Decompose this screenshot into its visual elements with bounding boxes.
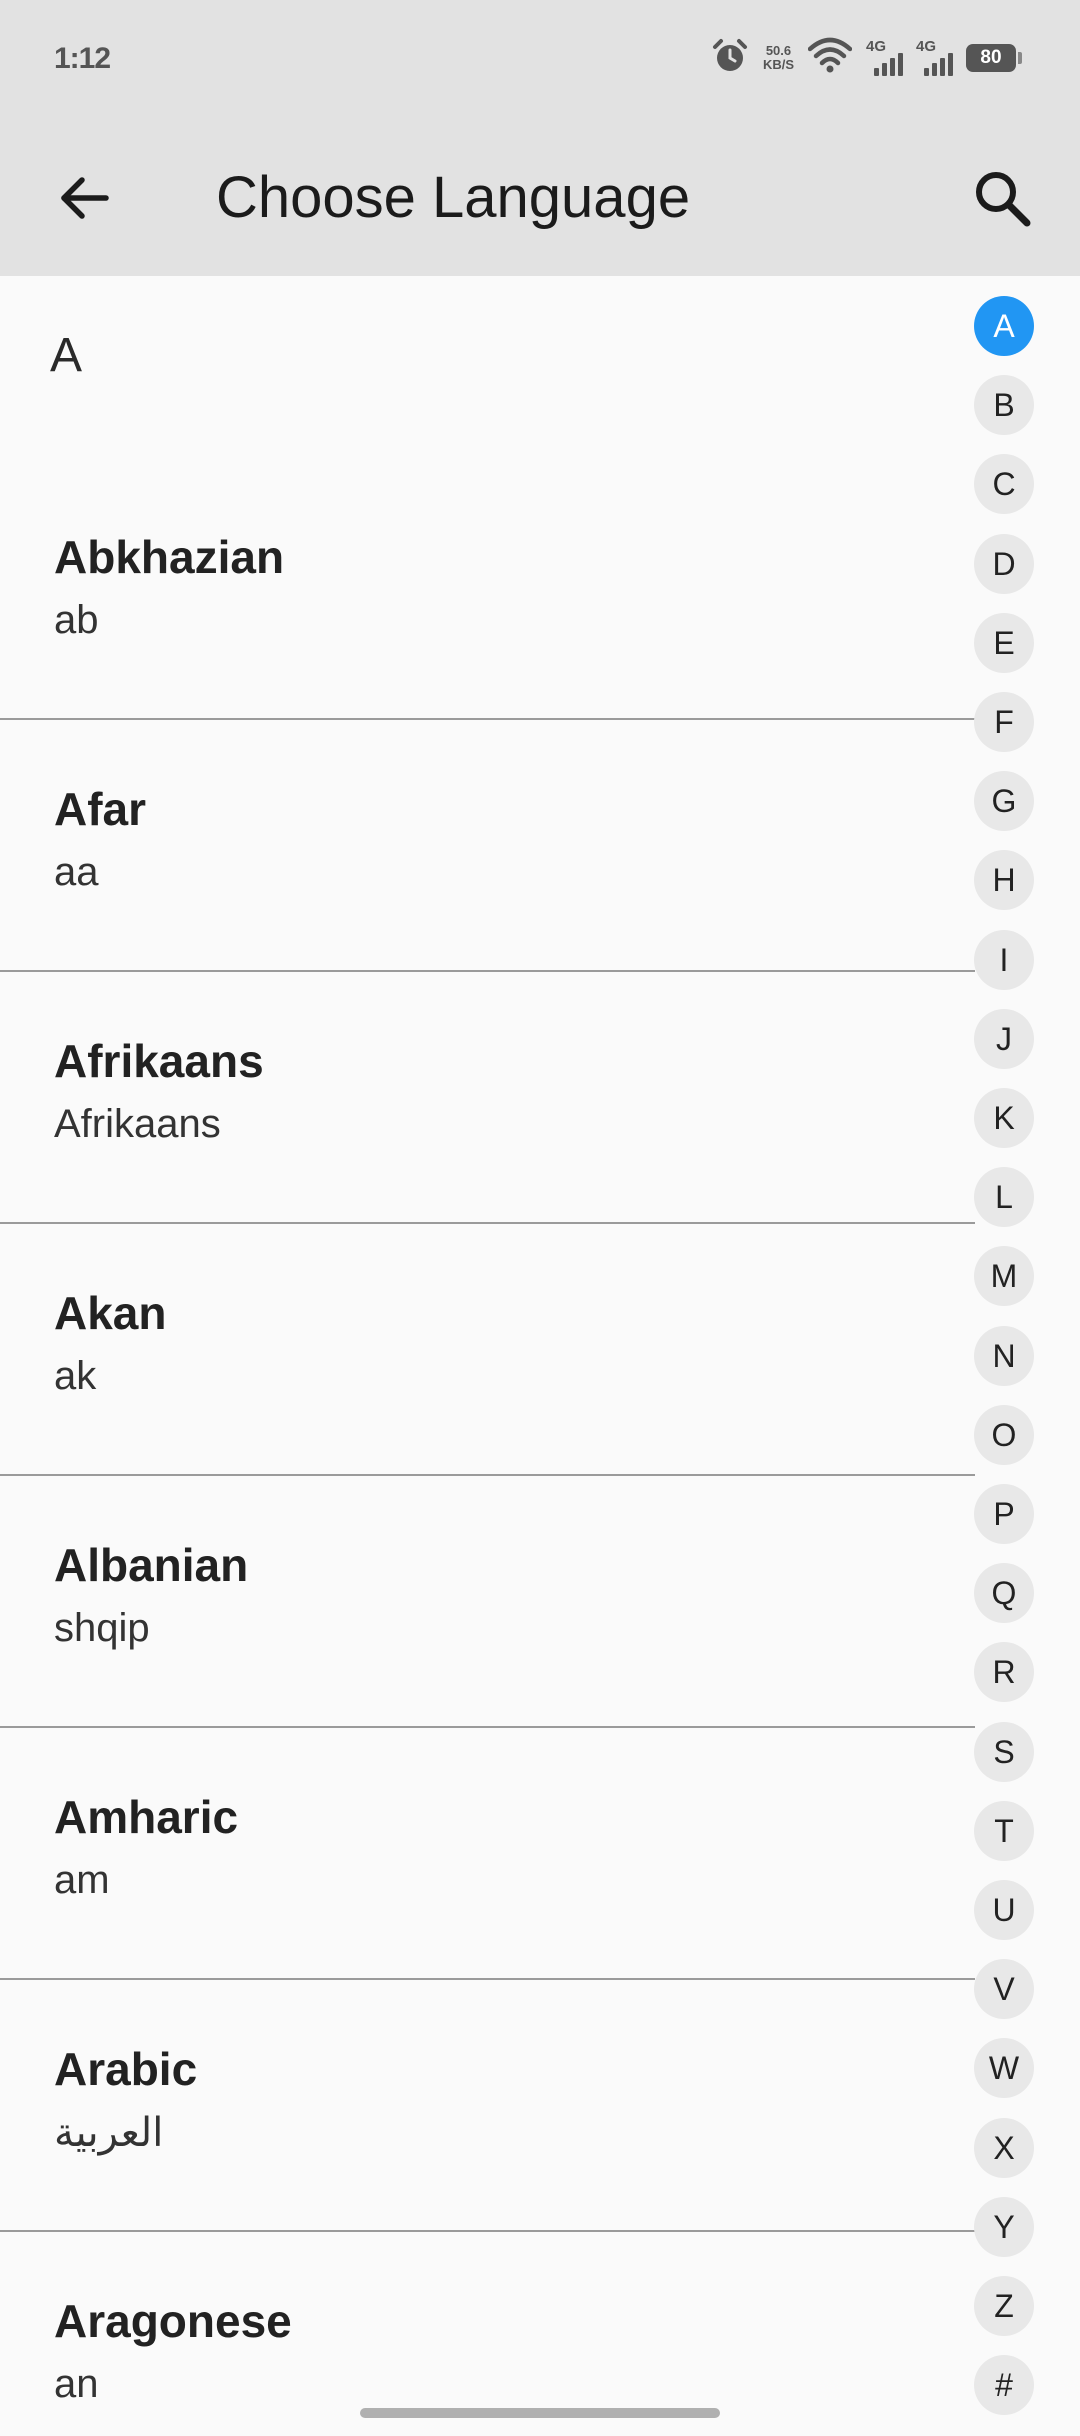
search-button[interactable]	[966, 162, 1038, 234]
alphabet-index-letter[interactable]: #	[974, 2355, 1034, 2415]
signal-sim2-icon: 4G	[916, 38, 953, 78]
network-speed-unit: KB/S	[762, 57, 794, 72]
language-native-name: ab	[54, 598, 99, 642]
page-title: Choose Language	[216, 165, 691, 230]
screen: 1:12 50.6 KB/S 4G 4G 80 Choose Language …	[0, 0, 1080, 2436]
language-item[interactable]: Arabic العربية	[0, 1980, 975, 2232]
alphabet-index-letter[interactable]: L	[974, 1167, 1034, 1227]
status-icons: 50.6 KB/S 4G 4G 80	[711, 36, 1022, 80]
alphabet-index-letter[interactable]: B	[974, 375, 1034, 435]
home-indicator[interactable]	[360, 2408, 720, 2418]
arrow-left-icon	[61, 177, 109, 219]
alphabet-index-letter[interactable]: T	[974, 1801, 1034, 1861]
alphabet-index-letter[interactable]: W	[974, 2038, 1034, 2098]
top-bar-background: 1:12 50.6 KB/S 4G 4G 80 Choose Language	[0, 0, 1080, 276]
language-native-name: shqip	[54, 1606, 150, 1650]
alphabet-index-letter[interactable]: R	[974, 1642, 1034, 1702]
alphabet-index-letter[interactable]: I	[974, 930, 1034, 990]
battery-level: 80	[966, 44, 1016, 72]
alphabet-index-letter[interactable]: E	[974, 613, 1034, 673]
alphabet-index-letter[interactable]: K	[974, 1088, 1034, 1148]
language-item[interactable]: Afar aa	[0, 720, 975, 972]
network-speed: 50.6 KB/S	[763, 44, 794, 72]
language-native-name: am	[54, 1858, 110, 1902]
alphabet-index-letter[interactable]: D	[974, 534, 1034, 594]
wifi-icon	[807, 37, 853, 80]
language-item[interactable]: Amharic am	[0, 1728, 975, 1980]
language-name: Afar	[54, 783, 147, 835]
alphabet-index-letter[interactable]: A	[974, 296, 1034, 356]
language-name: Aragonese	[54, 2295, 292, 2347]
app-bar: Choose Language	[0, 120, 1080, 276]
language-list[interactable]: A Abkhazian ab Afar aa Afrikaans Afrikaa…	[0, 276, 975, 2436]
language-native-name: ak	[54, 1354, 97, 1398]
language-item[interactable]: Akan ak	[0, 1224, 975, 1476]
network-speed-value: 50.6	[765, 43, 792, 58]
search-icon	[976, 172, 1031, 227]
alphabet-index-letter[interactable]: Y	[974, 2197, 1034, 2257]
signal-sim1-icon: 4G	[866, 38, 903, 78]
language-name: Albanian	[54, 1539, 249, 1591]
language-item[interactable]: Aragonese an	[0, 2232, 975, 2436]
alphabet-index-letter[interactable]: S	[974, 1722, 1034, 1782]
alphabet-index-letter[interactable]: Z	[974, 2276, 1034, 2336]
alphabet-index-letter[interactable]: F	[974, 692, 1034, 752]
alphabet-index-letter[interactable]: O	[974, 1405, 1034, 1465]
language-name: Arabic	[54, 2043, 198, 2095]
alphabet-index-letter[interactable]: V	[974, 1959, 1034, 2019]
alphabet-index-letter[interactable]: M	[974, 1246, 1034, 1306]
alphabet-index-letter[interactable]: U	[974, 1880, 1034, 1940]
alphabet-index-letter[interactable]: C	[974, 454, 1034, 514]
back-button[interactable]	[48, 162, 120, 234]
status-time: 1:12	[54, 42, 111, 75]
language-native-name: العربية	[54, 2111, 164, 2155]
language-name: Abkhazian	[54, 531, 285, 583]
alphabet-index-letter[interactable]: N	[974, 1326, 1034, 1386]
language-native-name: an	[54, 2362, 99, 2406]
battery-icon: 80	[966, 44, 1022, 72]
language-item[interactable]: Abkhazian ab	[0, 468, 975, 720]
language-item[interactable]: Albanian shqip	[0, 1476, 975, 1728]
alphabet-index-letter[interactable]: Q	[974, 1563, 1034, 1623]
alphabet-index-letter[interactable]: X	[974, 2118, 1034, 2178]
alphabet-index-letter[interactable]: P	[974, 1484, 1034, 1544]
language-name: Akan	[54, 1287, 167, 1339]
section-header: A	[50, 329, 83, 382]
language-name: Amharic	[54, 1791, 239, 1843]
language-item[interactable]: Afrikaans Afrikaans	[0, 972, 975, 1224]
alarm-icon	[711, 37, 749, 80]
alphabet-index-letter[interactable]: H	[974, 850, 1034, 910]
status-bar: 1:12 50.6 KB/S 4G 4G 80	[0, 0, 1080, 120]
alphabet-index-letter[interactable]: J	[974, 1009, 1034, 1069]
alphabet-index-letter[interactable]: G	[974, 771, 1034, 831]
language-native-name: aa	[54, 850, 99, 894]
language-native-name: Afrikaans	[54, 1102, 221, 1146]
language-name: Afrikaans	[54, 1035, 264, 1087]
